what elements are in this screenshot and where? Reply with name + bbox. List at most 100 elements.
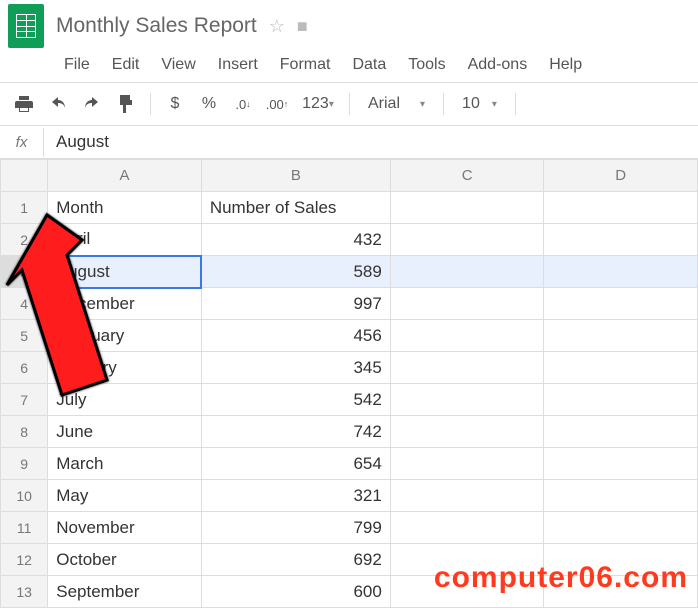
cell[interactable]: December bbox=[48, 288, 202, 320]
print-icon[interactable] bbox=[10, 91, 38, 117]
col-header-c[interactable]: C bbox=[390, 160, 544, 192]
cell[interactable] bbox=[390, 480, 544, 512]
cell[interactable] bbox=[390, 512, 544, 544]
toolbar: $ % .0↓ .00↑ 123▾ Arial▾ 10▾ bbox=[0, 82, 698, 126]
menu-view[interactable]: View bbox=[161, 56, 195, 74]
row-header[interactable]: 5 bbox=[1, 320, 48, 352]
cell[interactable] bbox=[390, 320, 544, 352]
row-header[interactable]: 2 bbox=[1, 224, 48, 256]
menu-data[interactable]: Data bbox=[352, 56, 386, 74]
menu-bar: File Edit View Insert Format Data Tools … bbox=[8, 52, 690, 82]
cell[interactable] bbox=[390, 288, 544, 320]
folder-icon[interactable]: ■ bbox=[297, 16, 308, 37]
fx-icon[interactable]: fx bbox=[0, 128, 44, 157]
col-header-d[interactable]: D bbox=[544, 160, 698, 192]
sheets-logo-icon[interactable] bbox=[8, 4, 44, 48]
cell[interactable] bbox=[544, 224, 698, 256]
separator bbox=[349, 93, 350, 115]
cell[interactable]: 654 bbox=[201, 448, 390, 480]
menu-insert[interactable]: Insert bbox=[218, 56, 258, 74]
menu-addons[interactable]: Add-ons bbox=[468, 56, 528, 74]
cell[interactable]: April bbox=[48, 224, 202, 256]
cell[interactable]: March bbox=[48, 448, 202, 480]
cell[interactable]: 799 bbox=[201, 512, 390, 544]
cell[interactable] bbox=[544, 512, 698, 544]
cell[interactable]: October bbox=[48, 544, 202, 576]
cell[interactable] bbox=[544, 352, 698, 384]
cell[interactable] bbox=[390, 192, 544, 224]
cell[interactable] bbox=[390, 448, 544, 480]
star-icon[interactable]: ☆ bbox=[269, 16, 285, 37]
cell[interactable]: 456 bbox=[201, 320, 390, 352]
font-size-select[interactable]: 10▾ bbox=[454, 93, 505, 115]
cell[interactable] bbox=[544, 384, 698, 416]
redo-icon[interactable] bbox=[78, 91, 106, 117]
cell[interactable]: May bbox=[48, 480, 202, 512]
cell[interactable]: January bbox=[48, 352, 202, 384]
currency-button[interactable]: $ bbox=[161, 91, 189, 117]
row-header[interactable]: 12 bbox=[1, 544, 48, 576]
col-header-b[interactable]: B bbox=[201, 160, 390, 192]
table-row: 5February456 bbox=[1, 320, 698, 352]
cell[interactable]: 692 bbox=[201, 544, 390, 576]
cell[interactable] bbox=[544, 192, 698, 224]
percent-button[interactable]: % bbox=[195, 91, 223, 117]
cell[interactable]: July bbox=[48, 384, 202, 416]
row-header[interactable]: 3 bbox=[1, 256, 48, 288]
cell[interactable] bbox=[544, 448, 698, 480]
row-header[interactable]: 1 bbox=[1, 192, 48, 224]
cell[interactable]: June bbox=[48, 416, 202, 448]
cell[interactable] bbox=[544, 416, 698, 448]
cell[interactable]: 321 bbox=[201, 480, 390, 512]
menu-format[interactable]: Format bbox=[280, 56, 331, 74]
cell[interactable]: 432 bbox=[201, 224, 390, 256]
formula-input[interactable]: August bbox=[44, 126, 698, 158]
col-header-a[interactable]: A bbox=[48, 160, 202, 192]
row-header[interactable]: 11 bbox=[1, 512, 48, 544]
row-header[interactable]: 4 bbox=[1, 288, 48, 320]
spreadsheet-grid[interactable]: A B C D 1MonthNumber of Sales2April4323A… bbox=[0, 159, 698, 608]
row-header[interactable]: 8 bbox=[1, 416, 48, 448]
menu-help[interactable]: Help bbox=[549, 56, 582, 74]
cell[interactable] bbox=[544, 288, 698, 320]
cell[interactable] bbox=[390, 384, 544, 416]
separator bbox=[150, 93, 151, 115]
row-header[interactable]: 6 bbox=[1, 352, 48, 384]
cell[interactable]: February bbox=[48, 320, 202, 352]
cell[interactable]: November bbox=[48, 512, 202, 544]
cell[interactable]: Month bbox=[48, 192, 202, 224]
cell[interactable]: 997 bbox=[201, 288, 390, 320]
menu-file[interactable]: File bbox=[64, 56, 90, 74]
cell[interactable] bbox=[390, 352, 544, 384]
row-header[interactable]: 13 bbox=[1, 576, 48, 608]
cell[interactable] bbox=[390, 224, 544, 256]
undo-icon[interactable] bbox=[44, 91, 72, 117]
separator bbox=[443, 93, 444, 115]
cell[interactable]: Number of Sales bbox=[201, 192, 390, 224]
paint-format-icon[interactable] bbox=[112, 91, 140, 117]
cell[interactable]: 742 bbox=[201, 416, 390, 448]
cell[interactable] bbox=[544, 320, 698, 352]
cell[interactable] bbox=[390, 416, 544, 448]
menu-tools[interactable]: Tools bbox=[408, 56, 445, 74]
table-row: 2April432 bbox=[1, 224, 698, 256]
document-title[interactable]: Monthly Sales Report bbox=[56, 14, 257, 38]
font-select[interactable]: Arial▾ bbox=[360, 93, 433, 115]
cell[interactable] bbox=[544, 256, 698, 288]
format-123-button[interactable]: 123▾ bbox=[297, 91, 339, 117]
cell[interactable] bbox=[390, 256, 544, 288]
cell[interactable]: September bbox=[48, 576, 202, 608]
select-all-corner[interactable] bbox=[1, 160, 48, 192]
menu-edit[interactable]: Edit bbox=[112, 56, 140, 74]
cell[interactable]: 600 bbox=[201, 576, 390, 608]
cell[interactable]: 542 bbox=[201, 384, 390, 416]
row-header[interactable]: 10 bbox=[1, 480, 48, 512]
row-header[interactable]: 9 bbox=[1, 448, 48, 480]
increase-decimal-button[interactable]: .00↑ bbox=[263, 91, 291, 117]
row-header[interactable]: 7 bbox=[1, 384, 48, 416]
cell[interactable]: 345 bbox=[201, 352, 390, 384]
cell[interactable]: August bbox=[48, 256, 202, 288]
cell[interactable]: 589 bbox=[201, 256, 390, 288]
decrease-decimal-button[interactable]: .0↓ bbox=[229, 91, 257, 117]
cell[interactable] bbox=[544, 480, 698, 512]
